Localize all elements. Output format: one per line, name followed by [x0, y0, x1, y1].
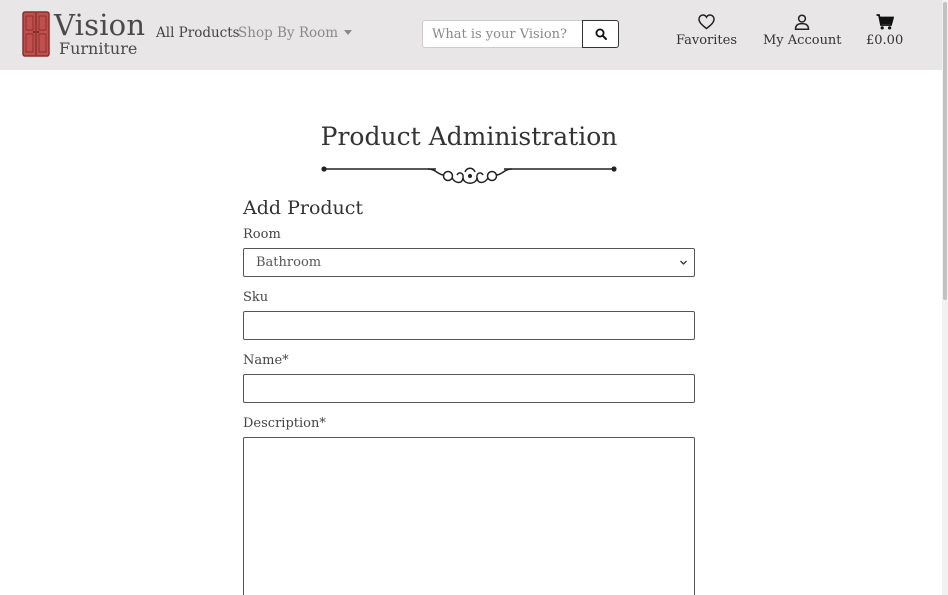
scrollbar[interactable]: [942, 0, 948, 595]
sku-label: Sku: [243, 290, 269, 305]
nav-shop-by-room[interactable]: Shop By Room: [238, 25, 353, 41]
search-button[interactable]: [582, 20, 619, 48]
brand-logo[interactable]: Vision Furniture: [22, 10, 145, 58]
my-account-label: My Account: [763, 33, 842, 48]
heart-icon: [698, 14, 715, 30]
favorites-link[interactable]: Favorites: [676, 14, 737, 48]
search-icon: [595, 28, 607, 40]
room-selected-value: Bathroom: [256, 255, 322, 270]
cart-link[interactable]: £0.00: [866, 14, 903, 48]
sku-input[interactable]: [243, 311, 695, 340]
wardrobe-logo-icon: [22, 11, 50, 57]
name-label: Name*: [243, 353, 289, 368]
room-select[interactable]: Bathroom: [243, 248, 695, 277]
nav-shop-by-room-label: Shop By Room: [238, 25, 339, 41]
ornament-divider-icon: [321, 166, 617, 184]
chevron-down-icon: [680, 260, 687, 265]
room-label: Room: [243, 227, 281, 242]
user-icon: [795, 14, 810, 30]
navbar: Vision Furniture All Products Shop By Ro…: [0, 0, 942, 70]
caret-down-icon: [344, 30, 353, 35]
nav-all-products[interactable]: All Products: [156, 25, 240, 41]
description-label: Description*: [243, 416, 326, 431]
scrollbar-thumb[interactable]: [943, 2, 947, 300]
my-account-link[interactable]: My Account: [763, 14, 842, 48]
page-title: Product Administration: [320, 122, 618, 151]
description-textarea[interactable]: [243, 437, 695, 595]
name-input[interactable]: [243, 374, 695, 403]
search-input[interactable]: [422, 20, 582, 48]
search-bar: [422, 20, 619, 48]
cart-total: £0.00: [866, 33, 904, 48]
add-product-form: Add Product Room Bathroom Sku Name* Desc…: [243, 197, 695, 595]
brand-title: Vision: [54, 8, 146, 42]
form-heading: Add Product: [243, 197, 364, 219]
cart-icon: [876, 14, 894, 30]
favorites-label: Favorites: [676, 33, 738, 48]
brand-subtitle: Furniture: [59, 39, 138, 58]
